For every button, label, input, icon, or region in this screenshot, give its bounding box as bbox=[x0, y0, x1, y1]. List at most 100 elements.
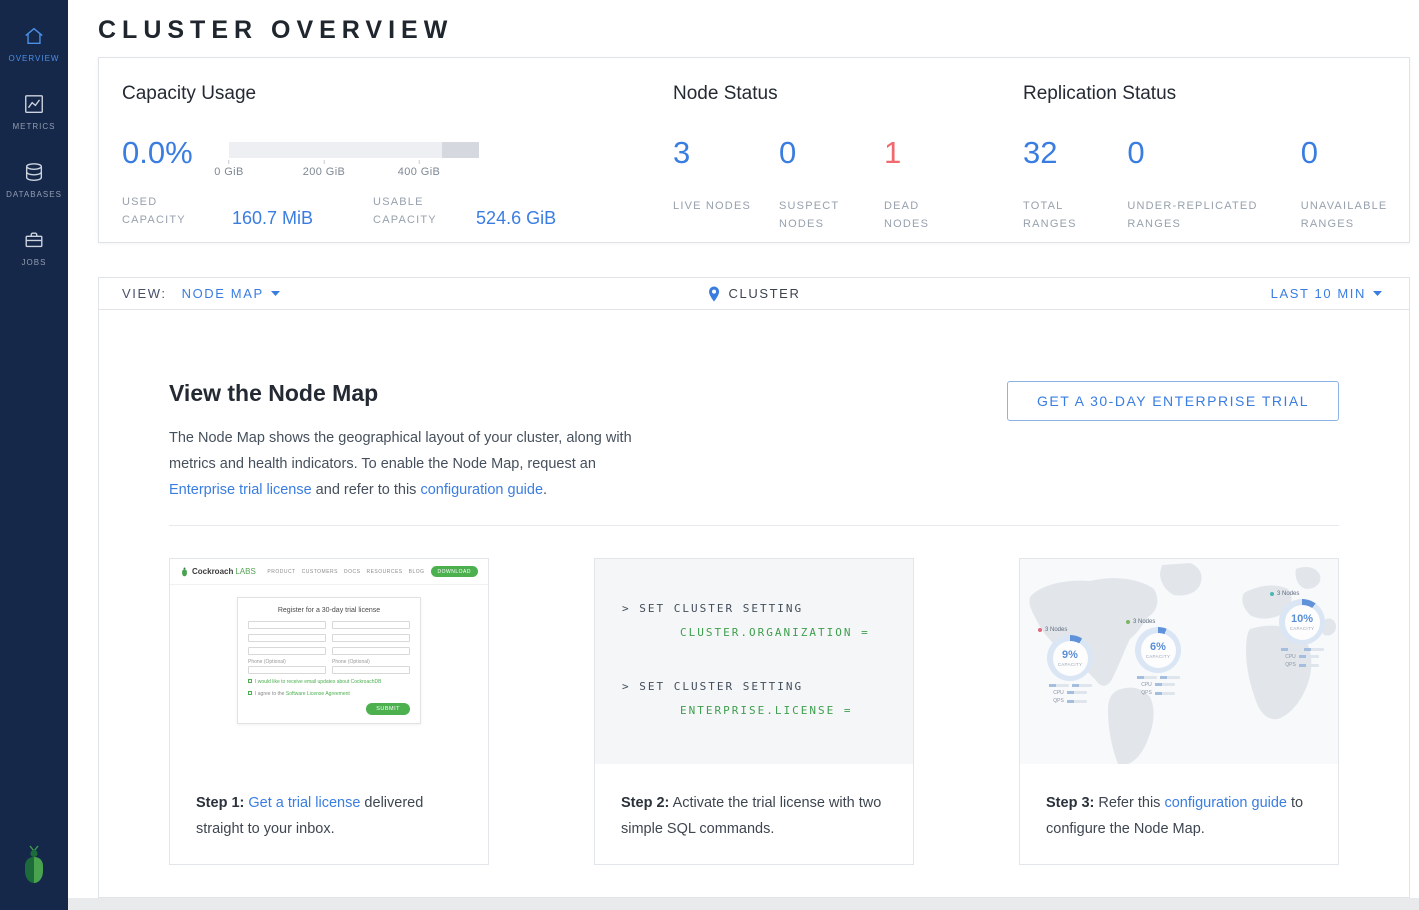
used-capacity-label: USED CAPACITY bbox=[122, 193, 202, 229]
mock-input bbox=[332, 666, 410, 674]
sql-code-block: > SET CLUSTER SETTING CLUSTER.ORGANIZATI… bbox=[595, 559, 913, 764]
cluster-nodes-label: 3 Nodes bbox=[1277, 591, 1299, 597]
database-icon bbox=[23, 161, 45, 183]
sidebar-item-label: JOBS bbox=[22, 258, 47, 267]
capacity-axis: 0 GiB 200 GiB 400 GiB bbox=[229, 158, 479, 180]
sidebar-item-jobs[interactable]: JOBS bbox=[0, 214, 68, 282]
unavailable-ranges-value: 0 bbox=[1301, 137, 1409, 168]
usable-capacity-label: USABLE CAPACITY bbox=[373, 193, 453, 229]
usable-capacity-stat: USABLE CAPACITY 524.6 GiB bbox=[373, 193, 556, 229]
total-ranges-label: TOTAL RANGES bbox=[1023, 197, 1103, 233]
sidebar-item-databases[interactable]: DATABASES bbox=[0, 146, 68, 214]
mock-input bbox=[332, 634, 410, 642]
mock-brand: CockroachLABS bbox=[192, 567, 256, 576]
get-trial-license-link[interactable]: Get a trial license bbox=[248, 795, 360, 811]
cluster-nodes-label: 3 Nodes bbox=[1133, 619, 1155, 625]
step-2-label: Step 2: bbox=[621, 795, 669, 811]
step-3-label: Step 3: bbox=[1046, 795, 1094, 811]
briefcase-icon bbox=[23, 229, 45, 251]
enterprise-trial-license-link[interactable]: Enterprise trial license bbox=[169, 482, 312, 498]
sidebar-item-metrics[interactable]: METRICS bbox=[0, 78, 68, 146]
capacity-usage-section: Capacity Usage 0.0% 0 GiB 200 GiB 400 Gi… bbox=[99, 58, 650, 242]
mock-phone-label: Phone (Optional) bbox=[248, 659, 326, 665]
cockroach-labs-logo[interactable] bbox=[17, 845, 51, 890]
configuration-guide-link[interactable]: configuration guide bbox=[420, 482, 543, 498]
qps-label: QPS bbox=[1141, 690, 1152, 696]
cluster-nodes-label: 3 Nodes bbox=[1045, 627, 1067, 633]
locality-dot bbox=[1270, 592, 1274, 596]
view-selector-dropdown[interactable]: NODE MAP bbox=[182, 286, 280, 301]
step-3-card: 3 Nodes 9%CAPACITY CPU QPS 3 Nodes 6%CAP… bbox=[1019, 558, 1339, 865]
view-label: VIEW: bbox=[122, 286, 167, 301]
map-cluster: 3 Nodes 6%CAPACITY CPU QPS bbox=[1126, 619, 1190, 696]
map-cluster: 3 Nodes 9%CAPACITY CPU QPS bbox=[1038, 627, 1102, 704]
capacity-donut: 6%CAPACITY bbox=[1135, 627, 1181, 673]
node-status-section: Node Status 3 LIVE NODES 0 SUSPECT NODES… bbox=[650, 58, 1000, 242]
description-text: . bbox=[543, 482, 547, 498]
qps-label: QPS bbox=[1053, 698, 1064, 704]
locality-dot bbox=[1038, 628, 1042, 632]
capacity-bar bbox=[229, 142, 479, 158]
time-range-dropdown[interactable]: LAST 10 MIN bbox=[1271, 286, 1382, 301]
mock-input bbox=[248, 621, 326, 629]
used-capacity-value: 160.7 MiB bbox=[232, 209, 313, 229]
page-bottom-strip bbox=[68, 898, 1419, 910]
code-line: ENTERPRISE.LICENSE = bbox=[622, 699, 913, 723]
live-nodes-stat: 3 LIVE NODES bbox=[673, 137, 779, 233]
sidebar-item-overview[interactable]: OVERVIEW bbox=[0, 10, 68, 78]
home-icon bbox=[23, 25, 45, 47]
mock-input bbox=[332, 647, 410, 655]
code-line: > SET CLUSTER SETTING bbox=[622, 597, 913, 621]
mock-nav: PRODUCT CUSTOMERS DOCS RESOURCES BLOG DO… bbox=[267, 566, 478, 577]
code-line: CLUSTER.ORGANIZATION = bbox=[622, 621, 913, 645]
map-pin-icon bbox=[708, 286, 721, 302]
map-cluster: 3 Nodes 10%CAPACITY CPU QPS bbox=[1270, 591, 1334, 668]
dead-nodes-value: 1 bbox=[884, 137, 964, 168]
mock-form-title: Register for a 30-day trial license bbox=[248, 607, 410, 614]
suspect-nodes-stat: 0 SUSPECT NODES bbox=[779, 137, 884, 233]
sidebar-item-label: OVERVIEW bbox=[9, 54, 60, 63]
replication-status-section: Replication Status 32 TOTAL RANGES 0 UND… bbox=[1000, 58, 1409, 242]
usable-capacity-value: 524.6 GiB bbox=[476, 209, 556, 229]
mock-input bbox=[332, 621, 410, 629]
under-replicated-ranges-value: 0 bbox=[1127, 137, 1300, 168]
dead-nodes-stat: 1 DEAD NODES bbox=[884, 137, 964, 233]
metrics-icon bbox=[23, 93, 45, 115]
locality-breadcrumb[interactable]: CLUSTER bbox=[708, 286, 801, 302]
page-title: CLUSTER OVERVIEW bbox=[98, 14, 1410, 57]
under-replicated-ranges-stat: 0 UNDER-REPLICATED RANGES bbox=[1127, 137, 1300, 233]
sidebar-item-label: METRICS bbox=[13, 122, 56, 131]
mock-registration-form: Register for a 30-day trial license Phon… bbox=[237, 597, 421, 724]
qps-label: QPS bbox=[1285, 662, 1296, 668]
enterprise-trial-button[interactable]: GET A 30-DAY ENTERPRISE TRIAL bbox=[1007, 381, 1339, 421]
axis-tick: 200 GiB bbox=[303, 166, 346, 178]
suspect-nodes-value: 0 bbox=[779, 137, 884, 168]
step-3-caption: Step 3: Refer this configuration guide t… bbox=[1020, 764, 1338, 842]
main-content: CLUSTER OVERVIEW Capacity Usage 0.0% 0 G… bbox=[68, 0, 1419, 910]
total-ranges-value: 32 bbox=[1023, 137, 1127, 168]
mock-checkbox bbox=[248, 679, 252, 683]
mock-input bbox=[248, 634, 326, 642]
mock-consent-line: I agree to the Software License Agreemen… bbox=[248, 690, 410, 698]
divider bbox=[169, 525, 1339, 526]
mock-checkbox bbox=[248, 691, 252, 695]
sidebar: OVERVIEW METRICS DATABASES JOBS bbox=[0, 0, 68, 910]
capacity-donut: 9%CAPACITY bbox=[1047, 635, 1093, 681]
unavailable-ranges-label: UNAVAILABLE RANGES bbox=[1301, 197, 1409, 233]
capacity-bar-tail bbox=[442, 142, 480, 158]
axis-tick: 0 GiB bbox=[214, 166, 244, 178]
mock-consent-line: I would like to receive email updates ab… bbox=[248, 678, 410, 686]
node-map-preview: 3 Nodes 9%CAPACITY CPU QPS 3 Nodes 6%CAP… bbox=[1020, 559, 1338, 764]
mock-download-button: DOWNLOAD bbox=[431, 566, 478, 577]
capacity-percent: 0.0% bbox=[122, 137, 229, 168]
axis-tick: 400 GiB bbox=[398, 166, 441, 178]
view-toolbar: VIEW: NODE MAP CLUSTER LAST 10 MIN bbox=[98, 277, 1410, 310]
cpu-label: CPU bbox=[1285, 654, 1296, 660]
description-text: and refer to this bbox=[312, 482, 421, 498]
mock-submit-button: SUBMIT bbox=[366, 703, 410, 715]
dead-nodes-label: DEAD NODES bbox=[884, 197, 964, 233]
unavailable-ranges-stat: 0 UNAVAILABLE RANGES bbox=[1301, 137, 1409, 233]
panel-description: The Node Map shows the geographical layo… bbox=[169, 425, 634, 503]
replication-status-title: Replication Status bbox=[1023, 83, 1409, 105]
configuration-guide-link-2[interactable]: configuration guide bbox=[1164, 795, 1287, 811]
